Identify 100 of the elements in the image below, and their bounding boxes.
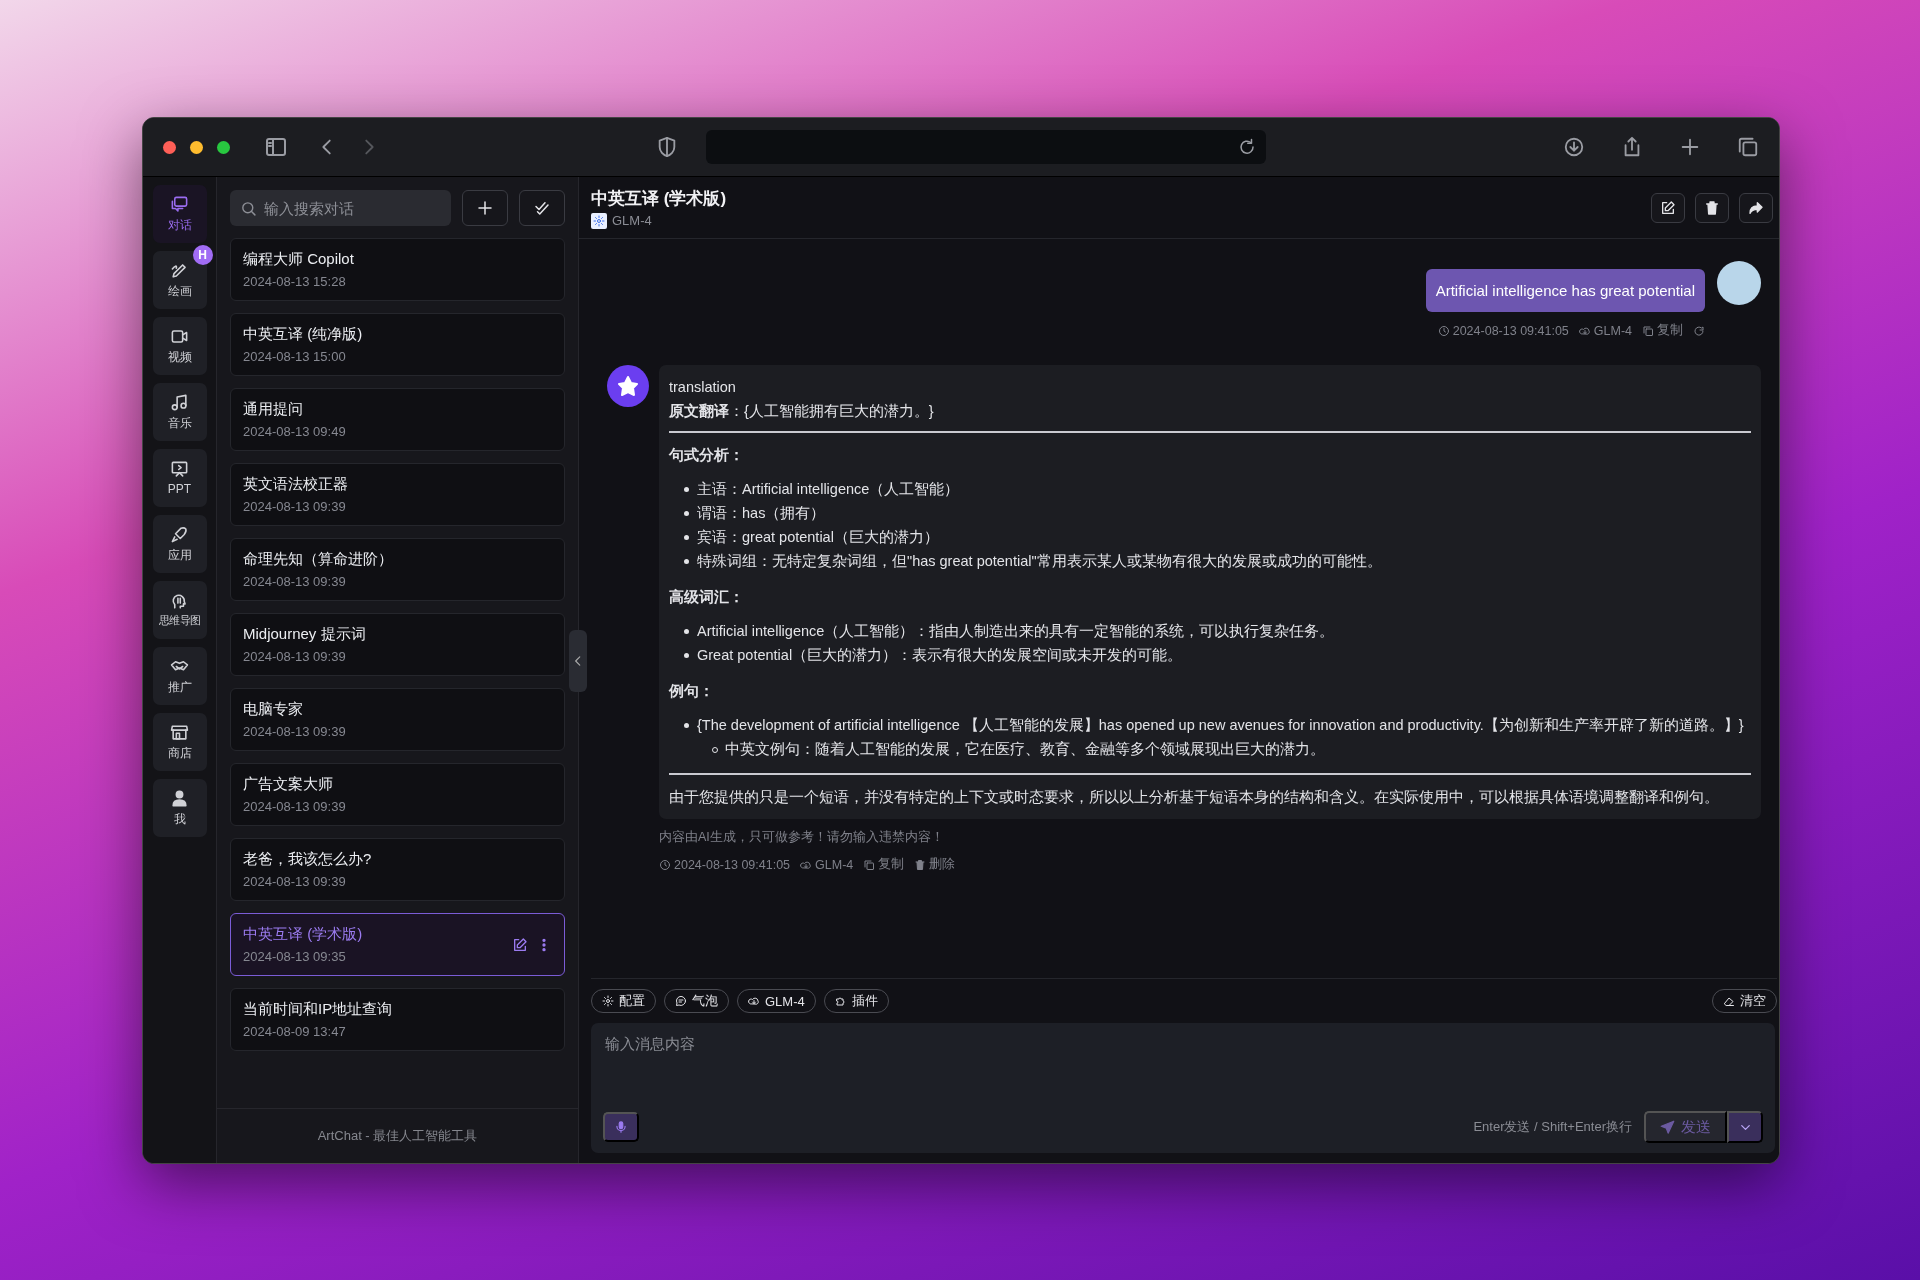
presentation-icon [170,460,189,479]
shortcut-hint: Enter发送 / Shift+Enter换行 [1473,1118,1632,1136]
message-paragraph: translation [669,378,737,397]
paper-plane-icon [1660,1119,1675,1135]
collapse-handle[interactable] [569,630,587,692]
search-field[interactable]: 输入搜索对话 [230,190,451,226]
bullet-icon [684,723,689,728]
message-input[interactable]: 输入消息内容 Enter发送 / Shift+Enter换行 发送 [591,1023,1775,1153]
new-chat-button[interactable] [462,190,508,226]
list-item-text: Artificial intelligence（人工智能）：指由人制造出来的具有一定智能的系统，可以执行复杂任务。 [697,623,1335,639]
rail-item[interactable]: 商店 [152,713,207,771]
list-item-text: Great potential（巨大的潜力）：表示有很大的发展空间或未开发的可能。 [697,647,1183,663]
chat-time: 2024-08-13 09:39 [243,724,347,739]
bullet-icon [684,653,689,658]
chat-item[interactable]: 英文语法校正器 2024-08-13 09:39 [230,463,565,526]
list-item-text: {The development of artificial intelligence 【人工智能的发展】has opened up new avenues for innovation and productivity.【为创新和生产率开辟了新的道路。】} [697,717,1744,733]
chat-item[interactable]: 中英互译 (纯净版) 2024-08-13 15:00 [230,313,565,376]
chat-title: 中英互译 (学术版) [243,925,364,944]
clock-icon [1437,324,1450,337]
bullet-icon [684,535,689,540]
model-name: GLM-4 [612,213,652,228]
share-button[interactable] [1739,192,1773,223]
tabs-icon[interactable] [1737,136,1759,158]
chat-item[interactable]: 当前时间和IP地址查询 2024-08-09 13:47 [230,988,565,1051]
chat-item[interactable]: 中英互译 (学术版) 2024-08-13 09:35 [230,913,565,976]
chat-time: 2024-08-13 09:39 [243,649,347,664]
chat-item[interactable]: 电脑专家 2024-08-13 09:39 [230,688,565,751]
minimize-button[interactable] [190,140,203,154]
gear-icon [602,995,614,1007]
chat-title: Midjourney 提示词 [243,625,367,644]
rail-item[interactable]: 我 [152,779,207,837]
chat-item[interactable]: 命理先知（算命进阶） 2024-08-13 09:39 [230,538,565,601]
chat-item[interactable]: Midjourney 提示词 2024-08-13 09:39 [230,613,565,676]
section-heading: 高级词汇： [669,588,745,607]
disclaimer-text: 内容由AI生成，只可做参考！请勿输入违禁内容！ [659,829,945,846]
eraser-icon [1723,995,1735,1007]
edit-icon [1660,199,1676,216]
delete-button[interactable] [1695,192,1729,223]
chat-title: 电脑专家 [243,700,304,719]
person-icon [170,788,189,808]
chat-title: 广告文案大师 [243,775,334,794]
plus-icon [476,199,494,217]
edit-icon[interactable] [512,936,528,953]
download-icon[interactable] [1563,136,1585,158]
trash-icon [1704,199,1720,216]
multi-select-button[interactable] [519,190,565,226]
double-check-icon [533,199,551,217]
share-arrow-icon [1748,199,1764,216]
section-heading: 句式分析： [669,446,745,465]
copy-icon [863,858,876,871]
search-icon [240,200,257,217]
new-tab-icon[interactable] [1679,136,1701,158]
microphone-button[interactable] [603,1112,639,1142]
chat-title: 中英互译 (纯净版) [243,325,364,344]
message-model: GLM-4 [1578,323,1632,338]
user-message: Artificial intelligence has great potential [1425,269,1705,312]
delete-link[interactable]: 删除 [914,856,956,873]
trash-icon [914,858,927,871]
rail-item[interactable]: 对话 [152,185,207,243]
reload-icon[interactable] [1237,138,1256,156]
rail-item[interactable]: 推广 [152,647,207,705]
send-options-button[interactable] [1727,1111,1763,1143]
chat-item[interactable]: 通用提问 2024-08-13 09:49 [230,388,565,451]
sidebar-icon[interactable] [264,135,288,159]
bullet-icon [684,487,689,492]
rail-item[interactable]: 应用 [152,515,207,573]
music-note-icon [170,392,189,412]
copy-link[interactable]: 复制 [863,856,905,873]
rail-item[interactable]: 音乐 [152,383,207,441]
chat-title: 命理先知（算命进阶） [243,550,394,569]
list-item-text: 特殊词组：无特定复杂词组，但"has great potential"常用表示某人或某物有很大的发展或成功的可能性。 [697,553,1382,569]
chat-title: 通用提问 [243,400,304,419]
rail-item[interactable]: PPT [152,449,207,507]
bullet-icon [684,511,689,516]
notification-badge: H [192,245,213,265]
rail-item[interactable]: 视频 [152,317,207,375]
list-item-text: 中英文例句：随着人工智能的发展，它在医疗、教育、金融等多个领域展现出巨大的潜力。 [725,741,1325,757]
zoom-button[interactable] [217,140,230,154]
refresh-icon[interactable] [1693,324,1705,337]
message-model: GLM-4 [800,857,854,872]
bullet-icon [684,629,689,634]
chat-time: 2024-08-13 09:39 [243,799,347,814]
chat-item[interactable]: 编程大师 Copilot 2024-08-13 15:28 [230,238,565,301]
edit-button[interactable] [1651,192,1685,223]
rail-item[interactable]: 思维导图 [152,581,207,639]
chat-time: 2024-08-09 13:47 [243,1024,347,1039]
message-paragraph: 原文翻译：{人工智能拥有巨大的潜力。} [669,402,935,421]
chat-title: 当前时间和IP地址查询 [243,1000,394,1019]
avatar-placeholder [1717,261,1761,305]
close-button[interactable] [163,140,176,154]
cloud-icon [748,995,760,1007]
copy-link[interactable]: 复制 [1642,322,1683,339]
chat-time: 2024-08-13 15:28 [243,274,347,289]
chat-bubbles-icon [170,194,189,214]
assistant-avatar [607,365,649,407]
chat-time: 2024-08-13 09:39 [243,499,347,514]
copy-icon [1642,324,1654,337]
chat-item[interactable]: 广告文案大师 2024-08-13 09:39 [230,763,565,826]
chat-title: 老爸，我该怎么办? [243,850,373,869]
chat-item[interactable]: 老爸，我该怎么办? 2024-08-13 09:39 [230,838,565,901]
